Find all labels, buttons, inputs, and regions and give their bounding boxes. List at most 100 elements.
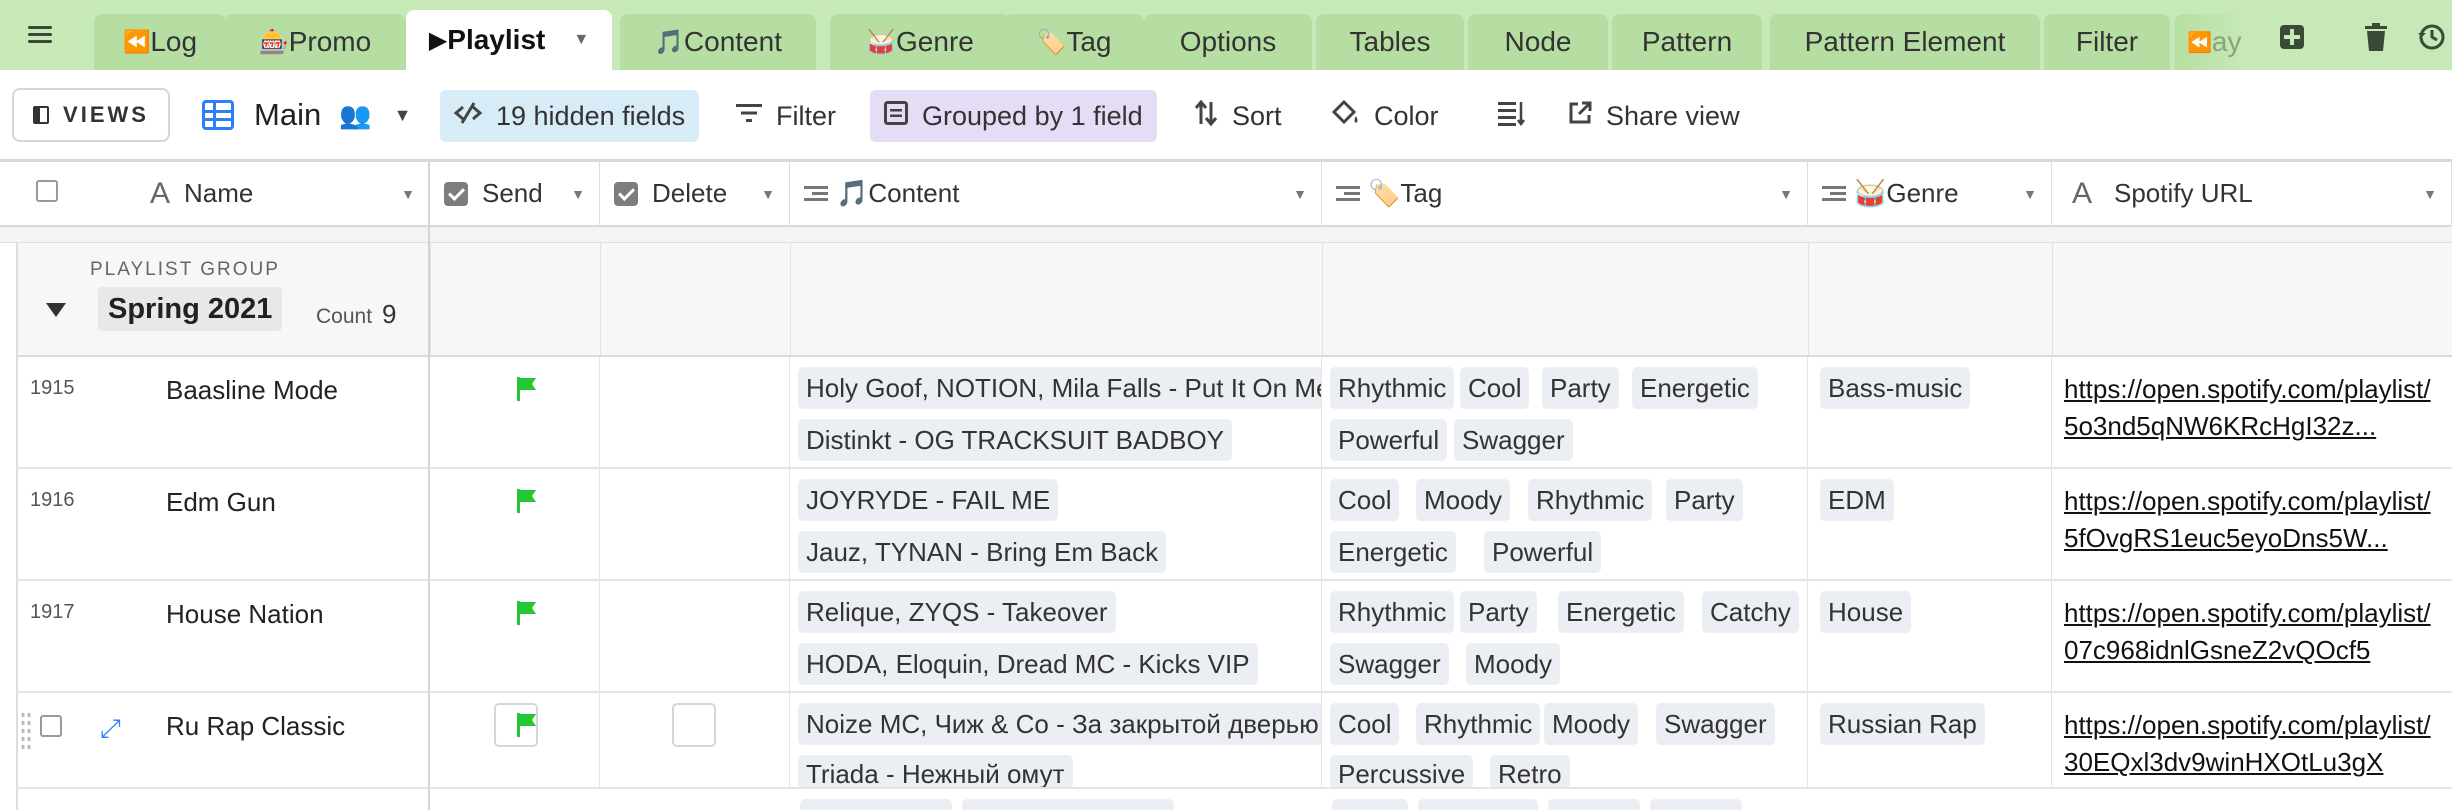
tag-chip[interactable]: Rhythmic <box>1330 367 1455 409</box>
linked-content-chip[interactable]: JOYRYDE - FAIL ME <box>798 479 1059 521</box>
chevron-down-icon[interactable]: ▼ <box>2023 186 2037 202</box>
cell-genre[interactable]: Russian Rap <box>1808 693 2052 787</box>
view-switcher[interactable]: Main 👥 ▼ <box>202 90 411 140</box>
cell-genre[interactable]: House <box>1808 581 2052 691</box>
tag-chip[interactable]: Swagger <box>1330 643 1449 685</box>
tag-chip[interactable]: Powerful <box>1484 531 1602 573</box>
tag-chip[interactable]: Party <box>1666 479 1743 521</box>
cell-content[interactable]: Noize MC, Чиж & Co - За закрытой дверью … <box>790 693 1322 787</box>
tab-content[interactable]: 🎵 Content <box>620 14 816 70</box>
tab-tag[interactable]: 🏷️ Tag <box>1004 14 1144 70</box>
chevron-down-icon[interactable]: ▼ <box>1293 186 1307 202</box>
select-all-checkbox[interactable] <box>36 178 58 209</box>
linked-content-chip[interactable]: Jauz, TYNAN - Bring Em Back <box>798 531 1167 573</box>
tag-chip[interactable] <box>1418 799 1538 810</box>
tab-filter[interactable]: Filter <box>2044 14 2170 70</box>
cell-spotify-url[interactable]: https://open.spotify.com/playlist/30EQxl… <box>2052 693 2452 787</box>
cell-delete[interactable] <box>600 693 790 787</box>
tag-chip[interactable]: Party <box>1542 367 1619 409</box>
tag-chip[interactable]: Cool <box>1330 479 1400 521</box>
tag-chip[interactable]: Moody <box>1544 703 1639 745</box>
chevron-down-icon[interactable]: ▼ <box>761 186 775 202</box>
cell-spotify-url[interactable]: https://open.spotify.com/playlist/5o3nd5… <box>2052 357 2452 467</box>
column-header-content[interactable]: 🎵Content ▼ <box>790 162 1322 227</box>
linked-content-chip[interactable]: Relique, ZYQS - Takeover <box>798 591 1116 633</box>
add-table-icon[interactable] <box>2276 22 2308 52</box>
genre-chip[interactable]: EDM <box>1820 479 1894 521</box>
tag-chip[interactable]: Energetic <box>1330 531 1456 573</box>
row-checkbox[interactable] <box>40 715 62 742</box>
column-header-spotify-url[interactable]: A Spotify URL ▼ <box>2052 162 2452 227</box>
tab-genre[interactable]: 🥁 Genre <box>830 14 1010 70</box>
tag-chip[interactable]: Rhythmic <box>1330 591 1455 633</box>
genre-chip[interactable]: Russian Rap <box>1820 703 1985 745</box>
tag-chip[interactable]: Swagger <box>1454 419 1573 461</box>
row-height-button[interactable] <box>1484 90 1540 142</box>
share-view-button[interactable]: Share view <box>1554 90 1754 142</box>
chevron-down-icon[interactable]: ▼ <box>401 186 415 202</box>
group-button[interactable]: Grouped by 1 field <box>870 90 1157 142</box>
tag-chip[interactable] <box>1650 799 1742 810</box>
tag-chip[interactable]: Energetic <box>1632 367 1758 409</box>
menu-icon[interactable] <box>24 22 58 48</box>
tag-chip[interactable]: Cool <box>1330 703 1400 745</box>
tag-chip[interactable]: Swagger <box>1656 703 1775 745</box>
cell-name[interactable]: 1915 Baasline Mode <box>18 357 430 467</box>
chevron-down-icon[interactable]: ▼ <box>1779 186 1793 202</box>
cell-tag[interactable]: Cool Rhythmic Moody Swagger Percussive R… <box>1322 693 1808 787</box>
cell-delete[interactable] <box>600 469 790 579</box>
linked-content-chip[interactable]: Holy Goof, NOTION, Mila Falls - Put It O… <box>798 367 1321 409</box>
tab-playlist[interactable]: ▶ Playlist ▼ <box>406 10 612 70</box>
tab-tables[interactable]: Tables <box>1316 14 1464 70</box>
tag-chip[interactable] <box>1332 799 1408 810</box>
cell-content[interactable]: Relique, ZYQS - Takeover HODA, Eloquin, … <box>790 581 1322 691</box>
collapse-triangle-icon[interactable] <box>46 303 66 317</box>
cell-content[interactable]: Holy Goof, NOTION, Mila Falls - Put It O… <box>790 357 1322 467</box>
tag-chip[interactable]: Party <box>1460 591 1537 633</box>
table-row[interactable]: 1917 House Nation Relique, ZYQS - Takeov… <box>16 581 2452 693</box>
tab-promo[interactable]: 🎰 Promo <box>224 14 406 70</box>
filter-button[interactable]: Filter <box>722 90 850 142</box>
cell-delete[interactable] <box>600 357 790 467</box>
tag-chip[interactable]: Rhythmic <box>1416 703 1541 745</box>
tag-chip[interactable]: Moody <box>1466 643 1561 685</box>
history-icon[interactable] <box>2416 22 2448 52</box>
tag-chip[interactable]: Percussive <box>1330 755 1474 787</box>
table-row-hovered[interactable]: ⤢ Ru Rap Classic Noize MC, Чиж & Co - За… <box>16 693 2452 789</box>
trash-icon[interactable] <box>2360 22 2392 52</box>
table-row-partial[interactable] <box>16 789 2452 810</box>
cell-send[interactable] <box>430 469 600 579</box>
cell-spotify-url[interactable]: https://open.spotify.com/playlist/5fOvgR… <box>2052 469 2452 579</box>
genre-chip[interactable]: Bass-music <box>1820 367 1971 409</box>
cell-genre[interactable]: EDM <box>1808 469 2052 579</box>
linked-content-chip[interactable]: HODA, Eloquin, Dread MC - Kicks VIP <box>798 643 1258 685</box>
spotify-url-link[interactable]: https://open.spotify.com/playlist/5o3nd5… <box>2064 371 2444 445</box>
delete-checkbox[interactable] <box>672 703 716 747</box>
cell-spotify-url[interactable]: https://open.spotify.com/playlist/07c968… <box>2052 581 2452 691</box>
column-header-genre[interactable]: 🥁Genre ▼ <box>1808 162 2052 227</box>
tag-chip[interactable]: Moody <box>1416 479 1511 521</box>
tag-chip[interactable]: Energetic <box>1558 591 1684 633</box>
column-header-tag[interactable]: 🏷️Tag ▼ <box>1322 162 1808 227</box>
tab-log[interactable]: ⏪ Log <box>94 14 226 70</box>
table-row[interactable]: 1916 Edm Gun JOYRYDE - FAIL ME Jauz, TYN… <box>16 469 2452 581</box>
genre-chip[interactable]: House <box>1820 591 1912 633</box>
linked-content-chip[interactable] <box>962 799 1174 810</box>
views-button[interactable]: VIEWS <box>12 88 170 142</box>
table-row[interactable]: 1915 Baasline Mode Holy Goof, NOTION, Mi… <box>16 357 2452 469</box>
column-header-name[interactable]: A Name ▼ <box>0 162 430 227</box>
tag-chip[interactable]: Catchy <box>1702 591 1799 633</box>
cell-name[interactable]: 1916 Edm Gun <box>18 469 430 579</box>
spotify-url-link[interactable]: https://open.spotify.com/playlist/07c968… <box>2064 595 2444 669</box>
linked-content-chip[interactable] <box>800 799 952 810</box>
cell-send[interactable] <box>430 693 600 787</box>
chevron-down-icon[interactable]: ▼ <box>571 186 585 202</box>
drag-handle-icon[interactable] <box>20 711 32 751</box>
cell-tag[interactable]: Rhythmic Party Energetic Catchy Swagger … <box>1322 581 1808 691</box>
cell-send[interactable] <box>430 581 600 691</box>
column-header-send[interactable]: Send ▼ <box>430 162 600 227</box>
tab-options[interactable]: Options <box>1144 14 1312 70</box>
tab-node[interactable]: Node <box>1468 14 1608 70</box>
expand-record-icon[interactable]: ⤢ <box>100 713 121 745</box>
hide-fields-button[interactable]: 19 hidden fields <box>440 90 700 142</box>
